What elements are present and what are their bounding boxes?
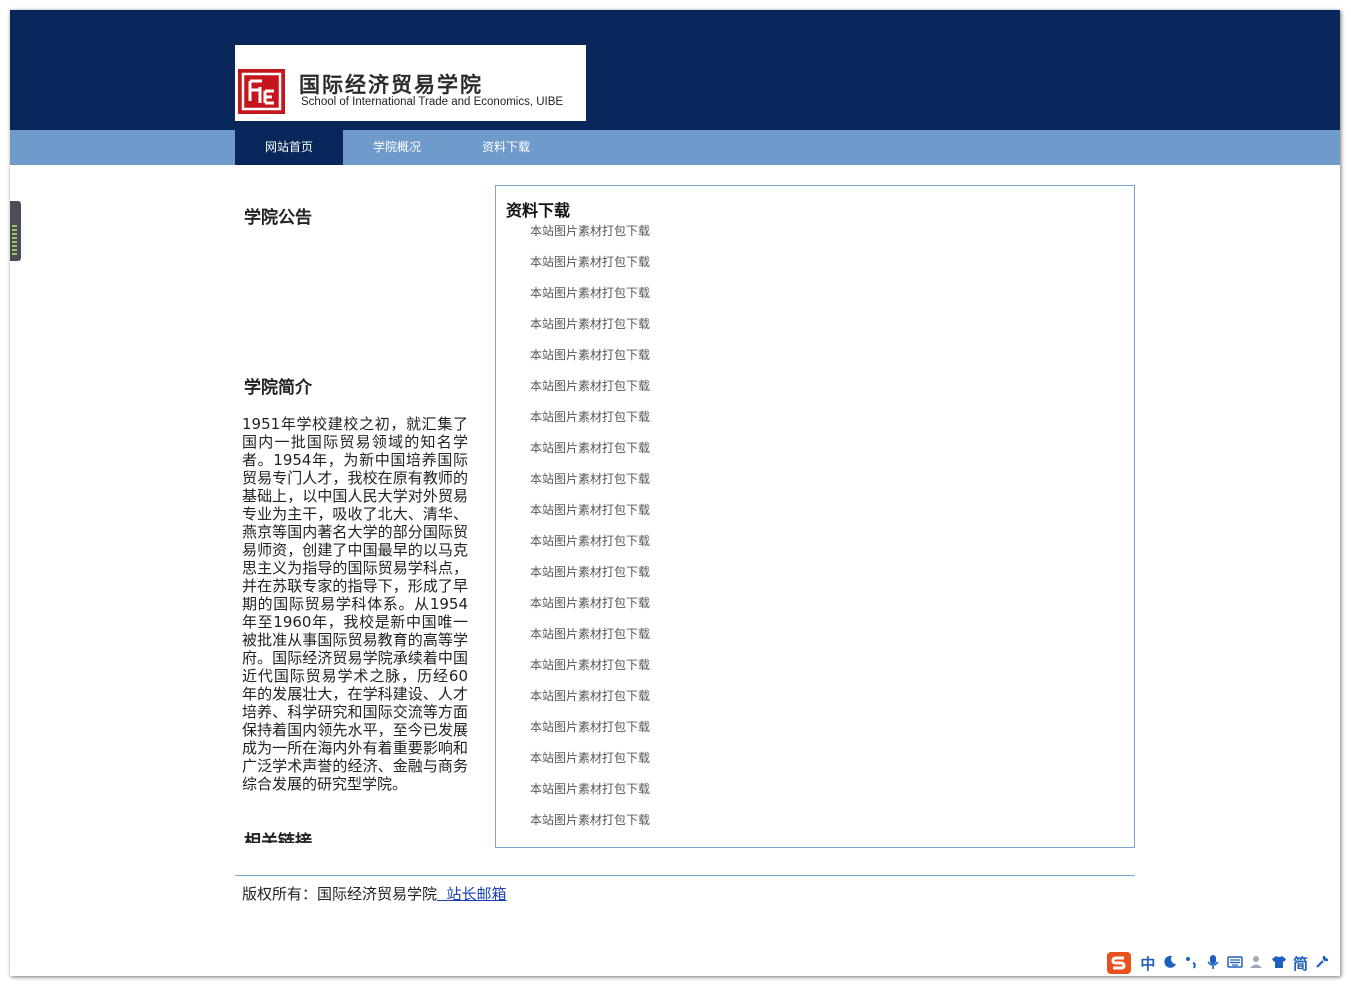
links-heading-container: 相关链接	[242, 827, 442, 843]
main-nav: 网站首页 学院概况 资料下载	[10, 130, 1340, 165]
ime-simplified-toggle[interactable]: 简	[1293, 954, 1309, 974]
nav-item-downloads[interactable]: 资料下载	[452, 130, 560, 165]
downloads-heading: 资料下载	[506, 201, 571, 220]
download-item[interactable]: 本站图片素材打包下载	[530, 440, 650, 471]
browser-viewport: 国际经济贸易学院 School of International Trade a…	[10, 10, 1340, 976]
download-item[interactable]: 本站图片素材打包下载	[530, 626, 650, 657]
nav-item-about[interactable]: 学院概况	[343, 130, 451, 165]
user-icon[interactable]	[1249, 954, 1265, 974]
logo-chinese-name: 国际经济贸易学院	[299, 73, 483, 97]
download-item[interactable]: 本站图片素材打包下载	[530, 409, 650, 440]
download-item[interactable]: 本站图片素材打包下载	[530, 316, 650, 347]
intro-text: 1951年学校建校之初，就汇集了国内一批国际贸易领域的知名学者。1954年，为新…	[242, 415, 468, 793]
microphone-icon[interactable]	[1205, 954, 1221, 975]
sie-emblem-icon	[238, 69, 285, 114]
download-list: 本站图片素材打包下载 本站图片素材打包下载 本站图片素材打包下载 本站图片素材打…	[530, 223, 650, 843]
links-heading: 相关链接	[244, 832, 312, 843]
punctuation-icon[interactable]	[1183, 954, 1199, 974]
download-item[interactable]: 本站图片素材打包下载	[530, 688, 650, 719]
download-item[interactable]: 本站图片素材打包下载	[530, 471, 650, 502]
site-header: 国际经济贸易学院 School of International Trade a…	[10, 10, 1340, 130]
download-item[interactable]: 本站图片素材打包下载	[530, 347, 650, 378]
signal-bars-icon	[12, 225, 17, 255]
download-item[interactable]: 本站图片素材打包下载	[530, 564, 650, 595]
download-item[interactable]: 本站图片素材打包下载	[530, 781, 650, 812]
webmaster-email-link[interactable]: 站长邮箱	[437, 885, 507, 903]
moon-icon[interactable]	[1162, 954, 1178, 974]
wrench-icon[interactable]	[1314, 954, 1330, 974]
logo-english-name: School of International Trade and Econom…	[301, 96, 564, 108]
download-item[interactable]: 本站图片素材打包下载	[530, 533, 650, 564]
keyboard-icon[interactable]	[1226, 954, 1243, 974]
download-item[interactable]: 本站图片素材打包下载	[530, 502, 650, 533]
download-item[interactable]: 本站图片素材打包下载	[530, 223, 650, 254]
download-item[interactable]: 本站图片素材打包下载	[530, 254, 650, 285]
download-item[interactable]: 本站图片素材打包下载	[530, 750, 650, 781]
skin-shirt-icon[interactable]	[1271, 954, 1287, 974]
footer: 版权所有：国际经济贸易学院 站长邮箱	[242, 883, 507, 904]
footer-divider	[235, 875, 1135, 876]
download-item[interactable]: 本站图片素材打包下载	[530, 285, 650, 316]
side-float-widget[interactable]	[10, 201, 21, 261]
download-item[interactable]: 本站图片素材打包下载	[530, 595, 650, 626]
download-item[interactable]: 本站图片素材打包下载	[530, 719, 650, 750]
copyright-text: 版权所有：国际经济贸易学院	[242, 885, 438, 903]
downloads-panel: 资料下载 本站图片素材打包下载 本站图片素材打包下载 本站图片素材打包下载 本站…	[495, 185, 1135, 848]
sogou-logo-icon[interactable]	[1106, 951, 1134, 977]
ime-toolbar: 中 简	[1106, 951, 1336, 977]
download-item[interactable]: 本站图片素材打包下载	[530, 812, 650, 843]
ime-language-toggle[interactable]: 中	[1140, 954, 1156, 974]
nav-item-home[interactable]: 网站首页	[235, 130, 343, 165]
download-item[interactable]: 本站图片素材打包下载	[530, 378, 650, 409]
announcements-heading: 学院公告	[244, 208, 312, 228]
site-logo[interactable]: 国际经济贸易学院 School of International Trade a…	[235, 45, 586, 121]
intro-heading: 学院简介	[244, 378, 312, 398]
download-item[interactable]: 本站图片素材打包下载	[530, 657, 650, 688]
